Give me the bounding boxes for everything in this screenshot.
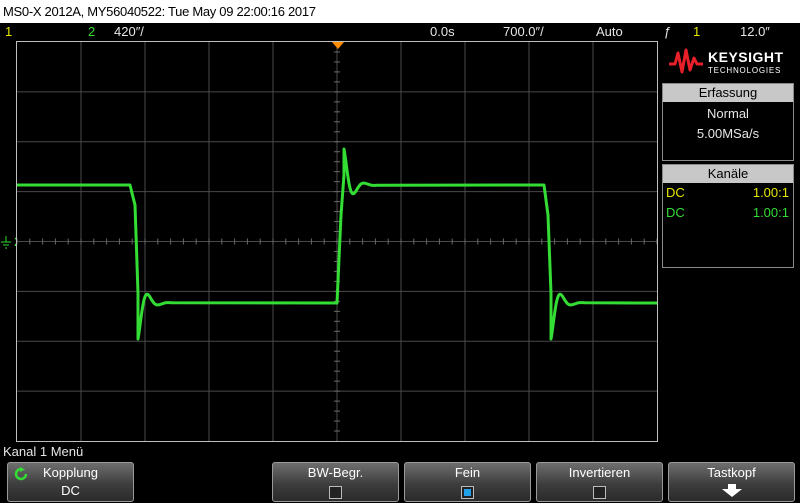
sample-rate: 5.00MSa/s <box>696 126 760 141</box>
channels-panel[interactable]: Kanäle DC 1.00:1 DC 1.00:1 <box>662 164 794 268</box>
softkey-fine[interactable]: Fein <box>404 462 531 502</box>
trigger-channel: 1 <box>693 24 701 39</box>
arrow-down-icon <box>721 484 742 497</box>
channel-2-indicator[interactable]: 2 <box>88 23 95 41</box>
bandwidth-limit-checkbox[interactable] <box>329 486 342 500</box>
channel-1-coupling: DC <box>666 185 685 200</box>
channel-2-coupling: DC <box>666 205 685 220</box>
acquisition-header: Erfassung <box>663 84 793 102</box>
waveform-display[interactable] <box>16 41 658 442</box>
fine-checkbox[interactable] <box>461 486 474 500</box>
brand-subtitle: TECHNOLOGIES <box>708 66 782 75</box>
trigger-position-marker[interactable] <box>331 41 345 50</box>
softkey-invert-label: Invertieren <box>568 465 631 480</box>
softkey-bandwidth-limit[interactable]: BW-Begr. <box>272 462 399 502</box>
channel-2-probe-ratio: 1.00:1 <box>752 205 789 220</box>
trigger-edge-icon: ƒ <box>664 24 672 39</box>
channel-1-row: DC 1.00:1 <box>663 183 793 203</box>
brand-name: KEYSIGHT <box>708 49 784 65</box>
softkey-coupling-value: DC <box>61 483 80 498</box>
softkey-fine-label: Fein <box>454 465 481 480</box>
trigger-mode: Auto <box>596 24 623 39</box>
channel-2-row: DC 1.00:1 <box>663 203 793 223</box>
acquisition-mode: Normal <box>707 106 749 121</box>
status-bar: 1 2 420″/ 0.0s 700.0″/ Auto ƒ 1 12.0″ <box>0 23 800 41</box>
softkey-coupling[interactable]: Kopplung DC <box>7 462 134 502</box>
invert-checkbox[interactable] <box>593 486 606 500</box>
trigger-level: 12.0″ <box>740 24 770 39</box>
channel-1-indicator[interactable]: 1 <box>5 23 12 41</box>
rotate-knob-icon <box>14 467 28 481</box>
channel-1-probe-ratio: 1.00:1 <box>752 185 789 200</box>
channel-2-scale: 420″/ <box>114 24 144 39</box>
window-title: MS0-X 2012A, MY56040522: Tue May 09 22:0… <box>0 0 800 23</box>
acquisition-panel[interactable]: Erfassung Normal 5.00MSa/s <box>662 83 794 161</box>
time-scale: 700.0″/ <box>503 24 544 39</box>
softkey-probe[interactable]: Tastkopf <box>668 462 795 502</box>
softkey-bandwidth-limit-label: BW-Begr. <box>307 465 364 480</box>
softkey-invert[interactable]: Invertieren <box>536 462 663 502</box>
time-offset: 0.0s <box>430 24 455 39</box>
menu-title: Kanal 1 Menü <box>3 444 84 459</box>
keysight-wave-icon <box>669 48 703 74</box>
brand-logo: KEYSIGHT TECHNOLOGIES <box>662 41 794 81</box>
softkey-probe-label: Tastkopf <box>707 465 756 480</box>
channels-header: Kanäle <box>663 165 793 183</box>
graticule-grid <box>17 42 657 441</box>
